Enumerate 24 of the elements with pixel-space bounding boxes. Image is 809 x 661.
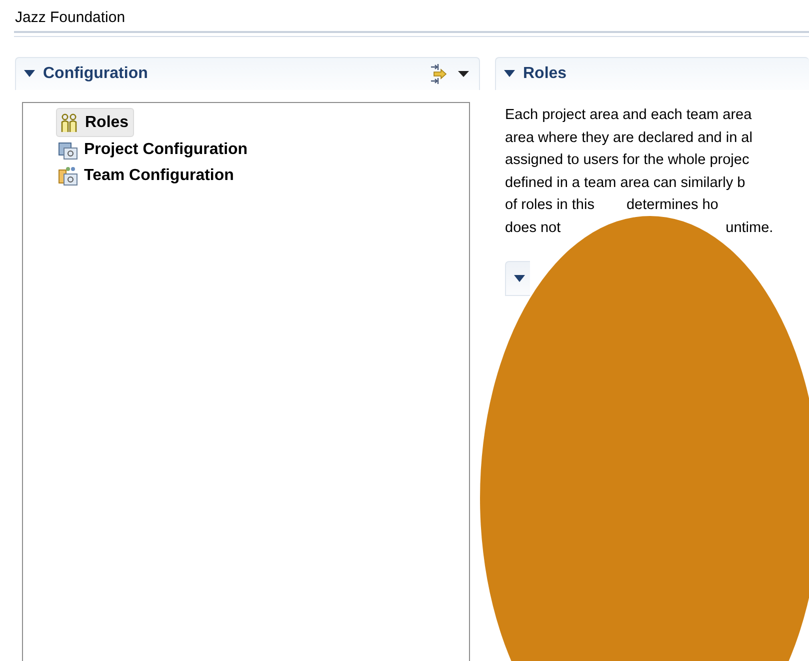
description-text: assigned to users for the whole projec (505, 152, 750, 168)
gear-folder-icon (58, 140, 78, 160)
section-title: Configuration (43, 65, 148, 83)
description-text: Each project area and each team area (505, 107, 752, 123)
section-header[interactable]: Configuration (15, 57, 480, 90)
team-gear-icon (58, 166, 78, 186)
expand-triangle-icon[interactable] (514, 274, 525, 282)
subsection-header[interactable] (505, 261, 530, 296)
section-title: Roles (523, 65, 567, 83)
window-title: Jazz Foundation (15, 9, 126, 26)
caret-icon[interactable] (458, 70, 469, 78)
description-text: area where they are declared and in al (505, 130, 752, 146)
expand-triangle-icon[interactable] (24, 70, 35, 78)
description-text: of roles in this (505, 197, 594, 213)
description-text: determines ho (626, 197, 718, 213)
expand-triangle-icon[interactable] (504, 70, 515, 78)
section-header[interactable]: Roles (495, 57, 809, 90)
description-text: does not (505, 220, 561, 236)
description-text: untime. (726, 220, 774, 236)
people-icon (59, 112, 79, 132)
tree-item[interactable]: Roles (56, 108, 134, 137)
tree-item[interactable]: Project Configuration (56, 136, 252, 163)
description-text: defined in a team area can similarly b (505, 174, 746, 190)
tree-item[interactable]: Team Configuration (56, 162, 238, 189)
